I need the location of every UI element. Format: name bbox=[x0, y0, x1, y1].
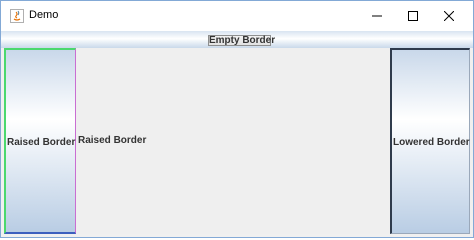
west-raised-border-button[interactable]: Raised Border bbox=[4, 48, 76, 234]
empty-border-button[interactable]: Empty Border bbox=[208, 35, 275, 46]
title-bar[interactable]: Demo bbox=[1, 1, 473, 31]
center-label: Raised Border bbox=[78, 135, 147, 146]
minimize-button[interactable] bbox=[359, 1, 395, 31]
east-lowered-border-button[interactable]: Lowered Border bbox=[390, 48, 470, 234]
maximize-button[interactable] bbox=[395, 1, 431, 31]
center-raised-border-panel: Raised Border bbox=[76, 48, 390, 234]
java-icon bbox=[10, 8, 24, 23]
maximize-icon bbox=[408, 11, 418, 21]
close-icon bbox=[444, 11, 454, 21]
close-button[interactable] bbox=[431, 1, 467, 31]
south-edge bbox=[1, 234, 473, 237]
window-title: Demo bbox=[29, 9, 59, 21]
demo-window: Demo Empty Border Raised Border Raised B… bbox=[0, 0, 474, 238]
west-button-label: Raised Border bbox=[7, 137, 76, 148]
east-button-label: Lowered Border bbox=[393, 137, 470, 148]
minimize-icon bbox=[372, 15, 382, 17]
